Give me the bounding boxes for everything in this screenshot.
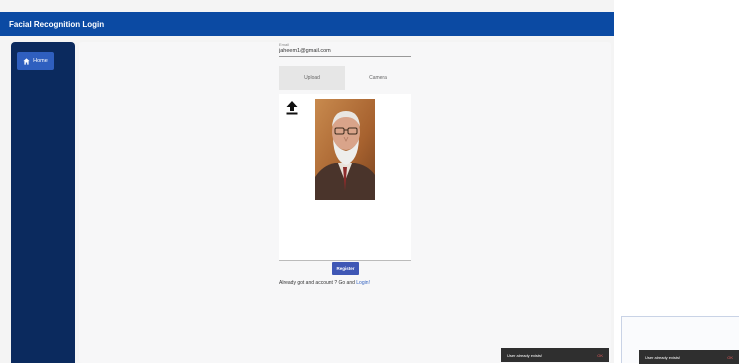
login-prompt-text: Already got and account ? Go and (279, 280, 357, 286)
snackbar-user-exists-duplicate: User already exists! OK (639, 350, 739, 364)
capture-mode-tabs: Upload Camera (279, 66, 411, 90)
app-window: Facial Recognition Login Home Email Uplo… (0, 0, 614, 363)
sidebar: Home (11, 42, 75, 363)
home-button[interactable]: Home (17, 52, 54, 70)
snackbar-ok-button[interactable]: OK (727, 355, 733, 360)
snackbar-message: User already exists! (507, 352, 543, 358)
app-header: Facial Recognition Login (0, 12, 614, 36)
tab-upload[interactable]: Upload (279, 66, 345, 90)
login-link[interactable]: Login! (356, 280, 370, 286)
snackbar-user-exists: User already exists! OK (501, 348, 609, 362)
home-icon (23, 57, 30, 65)
email-input[interactable] (279, 47, 411, 57)
upload-icon[interactable] (286, 101, 298, 115)
app-title: Facial Recognition Login (9, 19, 105, 29)
uploaded-face-photo (315, 99, 375, 200)
register-button[interactable]: Register (332, 262, 359, 275)
snackbar-message: User already exists! (645, 354, 681, 360)
main-content: Email Upload Camera (79, 42, 611, 363)
tab-camera[interactable]: Camera (345, 66, 411, 90)
email-field-group: Email (279, 42, 411, 57)
login-prompt: Already got and account ? Go and Login! (279, 280, 370, 286)
snackbar-ok-button[interactable]: OK (597, 353, 603, 358)
upload-panel (279, 94, 411, 261)
home-button-label: Home (33, 58, 48, 64)
